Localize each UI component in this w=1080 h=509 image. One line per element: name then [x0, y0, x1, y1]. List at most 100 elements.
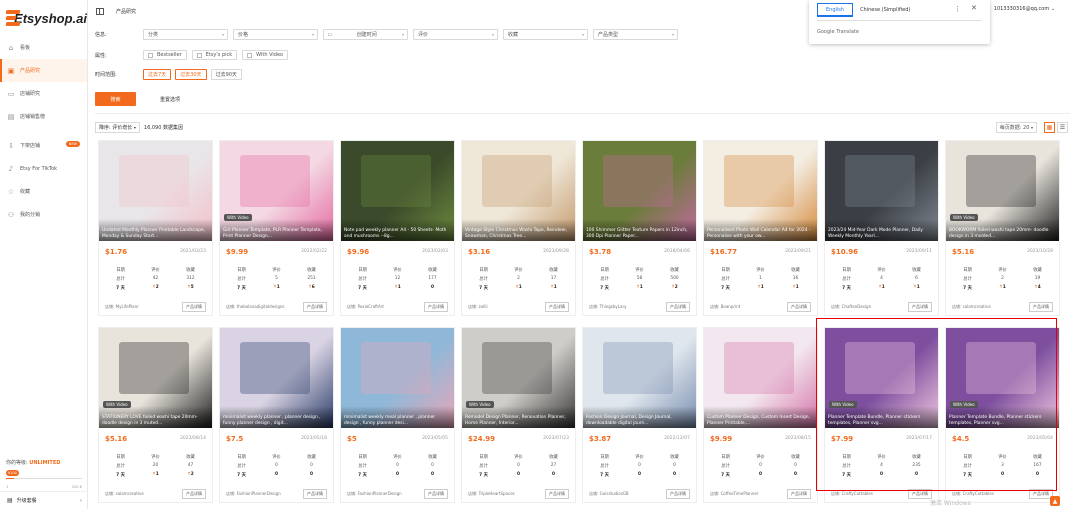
product-detail-button[interactable]: 产品详情 [182, 489, 206, 499]
page-size-select[interactable]: 每页数据: 20 ▾ [995, 122, 1037, 133]
attribute-checkbox-0[interactable]: Bestseller [143, 50, 187, 60]
product-detail-button[interactable]: 产品详情 [545, 302, 569, 312]
shop-name[interactable]: 店铺: CraftyCuttables [952, 491, 994, 497]
product-image[interactable]: Fashion Design Journal, Design Journal, … [583, 328, 696, 428]
attribute-checkbox-1[interactable]: Etsy's pick [191, 50, 238, 60]
time-range-0[interactable]: 过去7天 [143, 69, 172, 80]
close-icon[interactable]: ✕ [971, 4, 977, 12]
product-card[interactable]: Fashion Design Journal, Design Journal, … [582, 327, 697, 503]
sidebar-item-3[interactable]: ▤ 店铺销售榜 [0, 105, 87, 128]
upgrade-button[interactable]: ▤ 升级套餐 › [0, 491, 88, 509]
sidebar-item-2[interactable]: ▭ 店铺研究 [0, 82, 87, 105]
sidebar-item-0[interactable]: ⌂ 看板 [0, 36, 87, 59]
product-detail-button[interactable]: 产品详情 [303, 302, 327, 312]
product-title[interactable]: Note pad weekly planner A4 - 50 Sheets- … [341, 219, 454, 241]
product-title[interactable]: minimalist weekly planner , planner desi… [220, 406, 333, 428]
product-card[interactable]: Undated Monthly Planner Printable Landsc… [98, 140, 213, 316]
product-card[interactable]: minimalist weekly meal planner , planner… [340, 327, 455, 503]
product-title[interactable]: 100 Shimmer Glitter Texture Papers in 12… [583, 219, 696, 241]
product-image[interactable]: Personalised Photo Wall Calendar A4 for … [704, 141, 817, 241]
product-title[interactable]: Custom Planner Design, Custom Insert Des… [704, 406, 817, 428]
sidebar-item-6[interactable]: ☆ 收藏 [0, 180, 87, 203]
product-image[interactable]: Vintage Style Christmas Washi Tape, Rein… [462, 141, 575, 241]
filter-select-2[interactable]: ☐ 创建时间 ▾ [323, 29, 408, 40]
product-image[interactable]: Note pad weekly planner A4 - 50 Sheets- … [341, 141, 454, 241]
product-title[interactable]: BOOKWORM foiled washi tape 20mm- doodle … [946, 219, 1059, 241]
product-detail-button[interactable]: 产品详情 [787, 489, 811, 499]
shop-name[interactable]: 店铺: GulsstudiosGB [589, 491, 629, 497]
product-title[interactable]: 2023/24 Mid-Year Dark Mode Planner, Dail… [825, 219, 938, 241]
shop-name[interactable]: 店铺: TripleHeartSpaces [468, 491, 515, 497]
shop-name[interactable]: 店铺: Beanprint [710, 304, 740, 310]
user-menu[interactable]: 1013330316@qq.com ⌄ [994, 6, 1055, 12]
translate-tab-english[interactable]: English [817, 3, 854, 17]
product-title[interactable]: minimalist weekly meal planner , planner… [341, 406, 454, 428]
product-card[interactable]: Custom Planner Design, Custom Insert Des… [703, 327, 818, 503]
product-image[interactable]: minimalist weekly planner , planner desi… [220, 328, 333, 428]
shop-name[interactable]: 店铺: thebolanadigitaldesigns [226, 304, 285, 310]
product-card[interactable]: Vintage Style Christmas Washi Tape, Rein… [461, 140, 576, 316]
product-title[interactable]: Undated Monthly Planner Printable Landsc… [99, 219, 212, 241]
translate-tab-chinese[interactable]: Chinese (Simplified) [853, 3, 917, 17]
shop-name[interactable]: 店铺: salamcreative [105, 491, 144, 497]
sidebar-item-7[interactable]: ⚇ 我的分销 [0, 203, 87, 226]
product-title[interactable]: Personalised Photo Wall Calendar A4 for … [704, 219, 817, 241]
product-detail-button[interactable]: 产品详情 [1029, 302, 1053, 312]
product-card[interactable]: With Video BOOKWORM foiled washi tape 20m… [945, 140, 1060, 316]
product-detail-button[interactable]: 产品详情 [666, 489, 690, 499]
product-title[interactable]: Vintage Style Christmas Washi Tape, Rein… [462, 219, 575, 241]
attribute-checkbox-2[interactable]: With Video [242, 50, 289, 60]
sidebar-toggle-icon[interactable] [96, 7, 104, 15]
filter-select-0[interactable]: 分类 ▾ [143, 29, 228, 40]
product-card[interactable]: Personalised Photo Wall Calendar A4 for … [703, 140, 818, 316]
product-title[interactable]: Remodel Design Planner, Renovation Plann… [462, 406, 575, 428]
product-image[interactable]: Undated Monthly Planner Printable Landsc… [99, 141, 212, 241]
product-card[interactable]: With Video Girl Planner Template, PLR Pla… [219, 140, 334, 316]
sidebar-item-4[interactable]: ⇩ 下架店铺 NEW [0, 134, 87, 157]
product-image[interactable]: With Video STATIONERY LOVE foiled washi t… [99, 328, 212, 428]
product-title[interactable]: STATIONERY LOVE foiled washi tape 20mm- … [99, 406, 212, 428]
product-card[interactable]: 100 Shimmer Glitter Texture Papers in 12… [582, 140, 697, 316]
product-detail-button[interactable]: 产品详情 [666, 302, 690, 312]
filter-select-4[interactable]: 收藏 ▾ [503, 29, 588, 40]
sidebar-item-1[interactable]: ▣ 产品研究 [0, 59, 87, 82]
product-card[interactable]: With Video Remodel Design Planner, Renova… [461, 327, 576, 503]
product-detail-button[interactable]: 产品详情 [424, 489, 448, 499]
shop-name[interactable]: 店铺: FashionPlannerDesign [226, 491, 281, 497]
scroll-top-button[interactable]: ▲ [1050, 496, 1060, 506]
product-detail-button[interactable]: 产品详情 [908, 302, 932, 312]
product-detail-button[interactable]: 产品详情 [545, 489, 569, 499]
grid-view-icon[interactable]: ▦ [1044, 122, 1055, 133]
reset-button[interactable]: 重置选项 [160, 96, 180, 103]
product-image[interactable]: 100 Shimmer Glitter Texture Papers in 12… [583, 141, 696, 241]
shop-name[interactable]: 店铺: salamcreative [952, 304, 991, 310]
shop-name[interactable]: 店铺: PoxieCraftArt [347, 304, 384, 310]
product-image[interactable]: Custom Planner Design, Custom Insert Des… [704, 328, 817, 428]
shop-name[interactable]: 店铺: FashionPlannerDesign [347, 491, 402, 497]
product-detail-button[interactable]: 产品详情 [303, 489, 327, 499]
sort-select[interactable]: 降序: 评价增长 ▾ [95, 122, 140, 133]
product-image[interactable]: 2023/24 Mid-Year Dark Mode Planner, Dail… [825, 141, 938, 241]
shop-name[interactable]: 店铺: ThingsbyLary [589, 304, 626, 310]
time-range-2[interactable]: 过去90天 [210, 69, 242, 80]
product-image[interactable]: With Video BOOKWORM foiled washi tape 20m… [946, 141, 1059, 241]
shop-name[interactable]: 店铺: zolili [468, 304, 488, 310]
product-detail-button[interactable]: 产品详情 [182, 302, 206, 312]
sidebar-item-5[interactable]: ♪ Etsy For TikTok [0, 157, 87, 180]
product-card[interactable]: Note pad weekly planner A4 - 50 Sheets- … [340, 140, 455, 316]
product-title[interactable]: Fashion Design Journal, Design Journal, … [583, 406, 696, 428]
product-detail-button[interactable]: 产品详情 [787, 302, 811, 312]
product-card[interactable]: With Video STATIONERY LOVE foiled washi t… [98, 327, 213, 503]
product-card[interactable]: minimalist weekly planner , planner desi… [219, 327, 334, 503]
product-image[interactable]: With Video Girl Planner Template, PLR Pla… [220, 141, 333, 241]
product-image[interactable]: minimalist weekly meal planner , planner… [341, 328, 454, 428]
more-options-icon[interactable]: ⋮ [954, 5, 961, 13]
shop-name[interactable]: 店铺: CraftyCuttables [831, 491, 873, 497]
shop-name[interactable]: 店铺: MyLifePlanr [105, 304, 139, 310]
filter-select-1[interactable]: 价格 ▾ [233, 29, 318, 40]
search-button[interactable]: 搜索 [95, 92, 136, 106]
filter-select-5[interactable]: 产品类型 ▾ [593, 29, 678, 40]
brand-logo[interactable]: Etsyshop.ai [0, 0, 87, 36]
time-range-1[interactable]: 过去30天 [175, 69, 207, 80]
product-image[interactable]: With Video Remodel Design Planner, Renova… [462, 328, 575, 428]
